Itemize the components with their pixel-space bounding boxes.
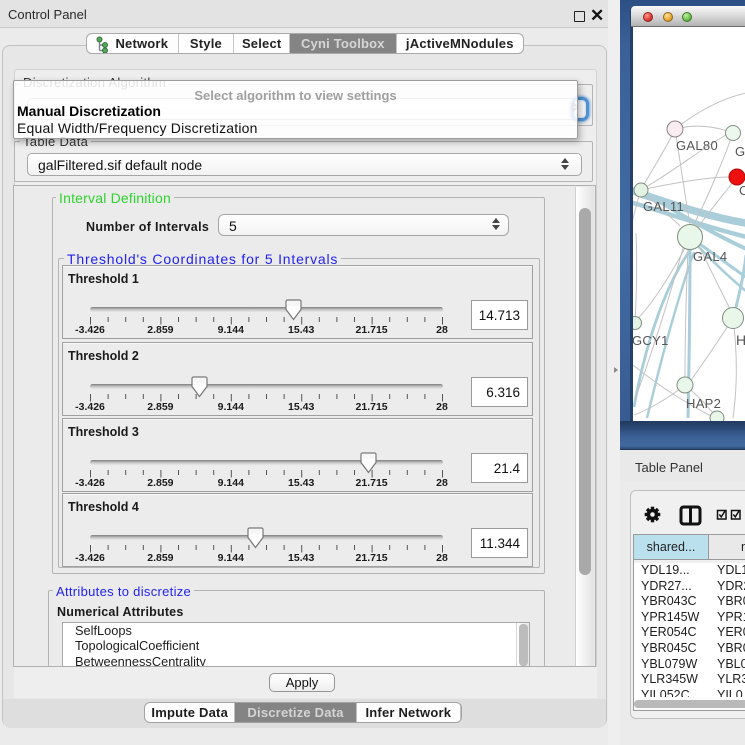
svg-text:H: H (736, 332, 745, 348)
svg-text:C: C (739, 183, 745, 198)
svg-text:G.: G. (735, 144, 745, 159)
svg-text:GAL80: GAL80 (676, 138, 718, 153)
svg-text:GAL11: GAL11 (643, 199, 684, 214)
svg-text:GAL4: GAL4 (693, 249, 727, 264)
svg-text:GCY1: GCY1 (633, 333, 669, 348)
svg-text:HAP2: HAP2 (686, 396, 721, 411)
